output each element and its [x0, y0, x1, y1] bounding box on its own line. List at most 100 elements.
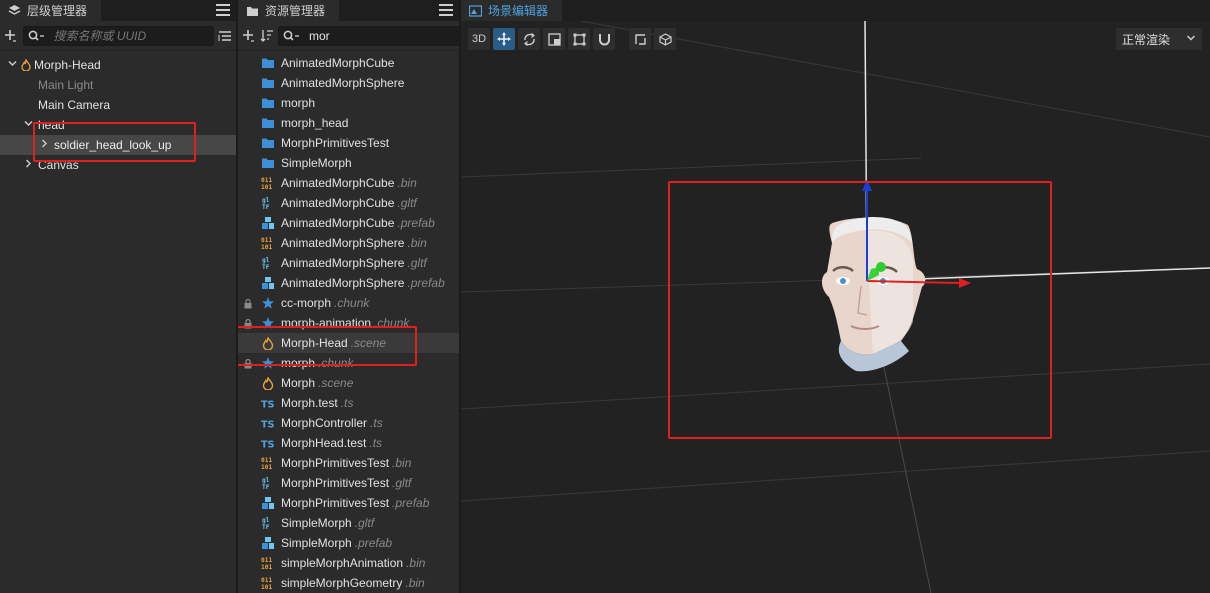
assets-tab-label: 资源管理器 [265, 4, 326, 18]
asset-item[interactable]: Morph-Head .scene [238, 333, 459, 353]
render-mode-select[interactable]: 正常渲染 [1116, 28, 1202, 50]
svg-text:011: 011 [261, 577, 272, 584]
sort-icon[interactable] [260, 26, 274, 46]
folder-icon [261, 156, 275, 170]
folder-icon [261, 76, 275, 90]
svg-text:gl: gl [262, 257, 270, 264]
add-asset-icon[interactable] [242, 26, 256, 46]
bin-icon: 011 101 [261, 176, 275, 190]
tree-node-head[interactable]: head [0, 115, 236, 135]
tree-node-main-camera[interactable]: Main Camera [0, 95, 236, 115]
asset-item[interactable]: morph [238, 93, 459, 113]
asset-item[interactable]: AnimatedMorphCube [238, 53, 459, 73]
svg-text:TF: TF [262, 204, 270, 210]
asset-name: AnimatedMorphCube [281, 216, 395, 230]
bin-icon: 011 101 [261, 236, 275, 250]
pivot-toggle-icon[interactable] [629, 28, 651, 50]
assets-search-input[interactable] [309, 28, 459, 43]
svg-text:gl: gl [262, 477, 270, 484]
tree-node-canvas[interactable]: Canvas [0, 155, 236, 175]
asset-item[interactable]: MorphPrimitivesTest [238, 133, 459, 153]
collapse-all-icon[interactable] [218, 26, 233, 46]
asset-item[interactable]: morph-animation .chunk [238, 313, 459, 333]
scene-viewport[interactable] [461, 21, 1210, 593]
asset-item[interactable]: AnimatedMorphSphere .prefab [238, 273, 459, 293]
asset-item[interactable]: TS Morph.test .ts [238, 393, 459, 413]
chevron-down-icon[interactable] [22, 119, 34, 131]
prefab-icon [261, 496, 275, 510]
hierarchy-search[interactable] [22, 25, 214, 46]
assets-tabbar: 资源管理器 [238, 0, 459, 21]
coordinate-toggle-icon[interactable] [654, 28, 676, 50]
asset-item[interactable]: AnimatedMorphSphere [238, 73, 459, 93]
assets-search[interactable]: × [278, 25, 459, 46]
asset-item[interactable]: 011 101 AnimatedMorphCube .bin [238, 173, 459, 193]
asset-name: AnimatedMorphSphere [281, 76, 405, 90]
asset-item[interactable]: Morph .scene [238, 373, 459, 393]
asset-item[interactable]: 011 101 MorphPrimitivesTest .bin [238, 453, 459, 473]
tree-node-label: Canvas [38, 158, 79, 172]
chevron-down-icon[interactable] [6, 59, 18, 71]
assets-tab[interactable]: 资源管理器 [238, 0, 340, 21]
asset-item[interactable]: AnimatedMorphCube .prefab [238, 213, 459, 233]
scene-panel: 场景编辑器 3D 正常渲染 [461, 0, 1210, 593]
folder-icon [261, 136, 275, 150]
rect-tool-icon[interactable] [568, 28, 590, 50]
asset-item[interactable]: gl TF MorphPrimitivesTest .gltf [238, 473, 459, 493]
asset-item[interactable]: SimpleMorph .prefab [238, 533, 459, 553]
asset-item[interactable]: morph_head [238, 113, 459, 133]
scale-tool-icon[interactable] [543, 28, 565, 50]
svg-text:TS: TS [261, 439, 275, 449]
search-icon [283, 30, 305, 42]
asset-item[interactable]: morph .chunk [238, 353, 459, 373]
asset-item[interactable]: gl TF AnimatedMorphSphere .gltf [238, 253, 459, 273]
tree-node-morph-head[interactable]: Morph-Head [0, 55, 236, 75]
hierarchy-search-input[interactable] [53, 28, 209, 43]
asset-item[interactable]: gl TF SimpleMorph .gltf [238, 513, 459, 533]
asset-extension: .chunk [318, 356, 354, 370]
chevron-right-icon[interactable] [38, 139, 50, 151]
ts-icon: TS [261, 396, 275, 410]
lock-icon [244, 298, 252, 309]
asset-name: simpleMorphAnimation [281, 556, 404, 570]
asset-extension: .bin [397, 176, 417, 190]
asset-item[interactable]: gl TF AnimatedMorphCube .gltf [238, 193, 459, 213]
hierarchy-menu-icon[interactable] [216, 3, 230, 17]
asset-extension: .prefab [392, 496, 430, 510]
tree-node-soldier-head-look-up[interactable]: soldier_head_look_up [0, 135, 236, 155]
chevron-right-icon[interactable] [22, 159, 34, 171]
asset-item[interactable]: 011 101 simpleMorphAnimation .bin [238, 553, 459, 573]
hierarchy-tabbar: 层级管理器 [0, 0, 236, 21]
prefab-icon [261, 536, 275, 550]
bin-icon: 011 101 [261, 456, 275, 470]
assets-menu-icon[interactable] [439, 3, 453, 17]
assets-toolbar: × [238, 21, 459, 51]
hierarchy-tab[interactable]: 层级管理器 [0, 0, 102, 21]
asset-item[interactable]: TS MorphHead.test .ts [238, 433, 459, 453]
asset-item[interactable]: TS MorphController .ts [238, 413, 459, 433]
gltf-icon: gl TF [261, 196, 275, 210]
asset-extension: .ts [370, 416, 383, 430]
toggle-3d-button[interactable]: 3D [468, 28, 490, 50]
asset-name: MorphPrimitivesTest [281, 496, 390, 510]
asset-name: morph [281, 356, 316, 370]
asset-name: SimpleMorph [281, 156, 352, 170]
snap-magnet-icon[interactable] [593, 28, 615, 50]
tree-node-main-light[interactable]: Main Light [0, 75, 236, 95]
rotate-tool-icon[interactable] [518, 28, 540, 50]
asset-item[interactable]: SimpleMorph [238, 153, 459, 173]
move-tool-icon[interactable] [493, 28, 515, 50]
asset-item[interactable]: MorphPrimitivesTest .prefab [238, 493, 459, 513]
asset-item[interactable]: 011 101 AnimatedMorphSphere .bin [238, 233, 459, 253]
asset-extension: .prefab [397, 216, 435, 230]
scene-tab[interactable]: 场景编辑器 [461, 0, 563, 21]
gltf-icon: gl TF [261, 256, 275, 270]
asset-item[interactable]: cc-morph .chunk [238, 293, 459, 313]
asset-name: AnimatedMorphSphere [281, 256, 405, 270]
tree-node-label: soldier_head_look_up [54, 138, 172, 152]
asset-item[interactable]: 011 101 simpleMorphGeometry .bin [238, 573, 459, 593]
asset-extension: .ts [369, 436, 383, 450]
lock-icon [244, 358, 252, 369]
asset-name: Morph [281, 376, 316, 390]
add-node-icon[interactable] [4, 26, 19, 46]
